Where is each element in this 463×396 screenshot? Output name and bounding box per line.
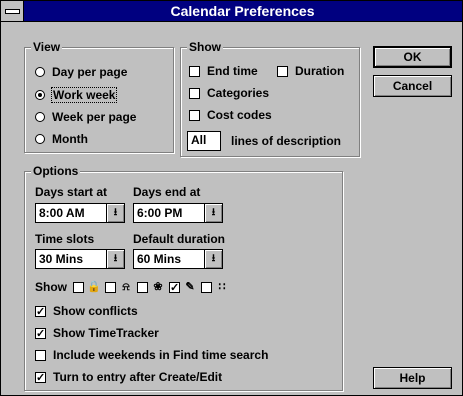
time-slots-label: Time slots xyxy=(35,232,95,246)
show-group-label: Show xyxy=(187,40,223,54)
dropdown-arrow-icon[interactable]: ⭳ xyxy=(106,250,124,268)
bell-icon-checkbox[interactable] xyxy=(105,281,116,293)
include-weekends-checkbox[interactable] xyxy=(35,349,46,361)
bell-icon: ⍾ xyxy=(122,281,130,293)
cost-codes-option[interactable]: Cost codes xyxy=(189,108,272,122)
dots-icon-checkbox[interactable] xyxy=(201,281,212,293)
calendar-preferences-dialog: Calendar Preferences View Day per page W… xyxy=(0,0,463,396)
show-timetracker-checkbox[interactable] xyxy=(35,327,46,339)
show-timetracker-option[interactable]: Show TimeTracker xyxy=(35,326,159,340)
show-group: Show End time Duration Categories Cost c… xyxy=(180,40,360,157)
ok-button[interactable]: OK xyxy=(373,46,452,68)
view-option-week-per-page[interactable]: Week per page xyxy=(35,110,136,124)
show-conflicts-option[interactable]: Show conflicts xyxy=(35,304,138,318)
include-weekends-label: Include weekends in Find time search xyxy=(53,348,269,362)
days-end-dropdown[interactable]: 6:00 PM ⭳ xyxy=(133,203,223,223)
default-duration-value: 60 Mins xyxy=(137,252,182,266)
dots-icon: ∷ xyxy=(218,281,226,293)
view-option-work-week[interactable]: Work week xyxy=(35,87,118,103)
week-per-page-radio[interactable] xyxy=(35,112,45,122)
view-group-label: View xyxy=(31,40,63,54)
days-start-value: 8:00 AM xyxy=(39,206,85,220)
dropdown-arrow-icon[interactable]: ⭳ xyxy=(204,250,222,268)
dropdown-arrow-icon[interactable]: ⭳ xyxy=(106,204,124,222)
month-radio[interactable] xyxy=(35,134,45,144)
day-per-page-label: Day per page xyxy=(52,65,128,79)
cancel-button-label: Cancel xyxy=(392,79,433,93)
lock-icon: 🔒 xyxy=(87,281,101,293)
recurring-icon-checkbox[interactable] xyxy=(137,281,148,293)
dropdown-arrow-icon[interactable]: ⭳ xyxy=(204,204,222,222)
options-group: Options Days start at 8:00 AM ⭳ Days end… xyxy=(24,164,343,391)
ok-button-label: OK xyxy=(403,50,422,64)
cost-codes-label: Cost codes xyxy=(207,108,272,122)
turn-to-entry-option[interactable]: Turn to entry after Create/Edit xyxy=(35,370,222,384)
system-menu-button[interactable] xyxy=(1,1,24,21)
end-time-checkbox[interactable] xyxy=(189,65,200,77)
lines-of-description-field[interactable]: All xyxy=(187,131,221,151)
days-start-label: Days start at xyxy=(35,185,108,199)
system-menu-icon xyxy=(5,9,20,14)
recurring-icon: ❀ xyxy=(153,281,163,293)
end-time-label: End time xyxy=(207,64,258,78)
categories-option[interactable]: Categories xyxy=(189,86,269,100)
lock-icon-checkbox[interactable] xyxy=(73,281,84,293)
options-group-label: Options xyxy=(31,164,81,178)
view-option-day-per-page[interactable]: Day per page xyxy=(35,65,127,79)
duration-checkbox[interactable] xyxy=(277,65,288,77)
pencil-icon-checkbox[interactable] xyxy=(169,281,180,293)
view-group: View Day per page Work week Week per pag… xyxy=(24,40,174,153)
month-label: Month xyxy=(52,132,88,146)
work-week-radio[interactable] xyxy=(35,90,45,100)
show-conflicts-label: Show conflicts xyxy=(53,304,138,318)
week-per-page-label: Week per page xyxy=(52,110,137,124)
default-duration-label: Default duration xyxy=(133,232,225,246)
days-start-dropdown[interactable]: 8:00 AM ⭳ xyxy=(35,203,125,223)
categories-label: Categories xyxy=(207,86,270,100)
duration-option[interactable]: Duration xyxy=(277,64,344,78)
help-button[interactable]: Help xyxy=(373,367,452,389)
time-slots-dropdown[interactable]: 30 Mins ⭳ xyxy=(35,249,125,269)
turn-to-entry-label: Turn to entry after Create/Edit xyxy=(53,370,223,384)
cost-codes-checkbox[interactable] xyxy=(189,109,200,121)
include-weekends-option[interactable]: Include weekends in Find time search xyxy=(35,348,268,362)
lines-of-description-label: lines of description xyxy=(231,134,342,148)
day-per-page-radio[interactable] xyxy=(35,67,45,77)
help-button-label: Help xyxy=(399,371,426,385)
window-title: Calendar Preferences xyxy=(170,3,315,19)
end-time-option[interactable]: End time xyxy=(189,64,258,78)
title-bar: Calendar Preferences xyxy=(1,1,462,22)
categories-checkbox[interactable] xyxy=(189,87,200,99)
view-option-month[interactable]: Month xyxy=(35,132,88,146)
days-end-label: Days end at xyxy=(133,185,201,199)
show-timetracker-label: Show TimeTracker xyxy=(53,326,159,340)
duration-label: Duration xyxy=(295,64,345,78)
cancel-button[interactable]: Cancel xyxy=(373,75,452,97)
show-icons-row: Show 🔒 ⍾ ❀ ✎ ∷ xyxy=(35,280,233,294)
pencil-icon: ✎ xyxy=(185,281,195,293)
show-conflicts-checkbox[interactable] xyxy=(35,305,46,317)
default-duration-dropdown[interactable]: 60 Mins ⭳ xyxy=(133,249,223,269)
turn-to-entry-checkbox[interactable] xyxy=(35,371,46,383)
time-slots-value: 30 Mins xyxy=(39,252,84,266)
work-week-label: Work week xyxy=(50,87,118,103)
days-end-value: 6:00 PM xyxy=(137,206,183,220)
show-icons-label: Show xyxy=(35,280,67,294)
